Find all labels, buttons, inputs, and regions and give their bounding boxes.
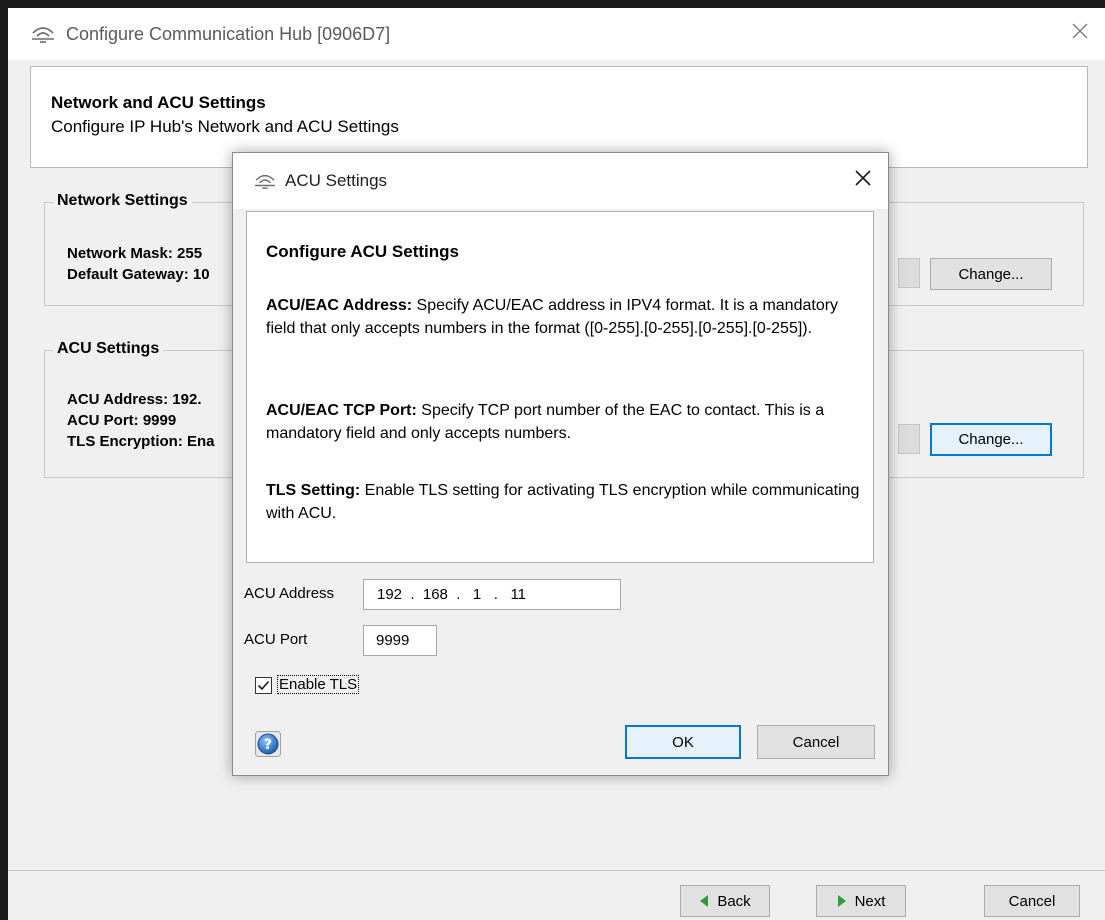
network-field-stub [898,258,920,288]
wizard-step-subtitle: Configure IP Hub's Network and ACU Setti… [51,117,399,136]
help-port-term: ACU/EAC TCP Port: [266,402,417,419]
dialog-cancel-button[interactable]: Cancel [757,725,875,759]
acu-address-line: ACU Address: 192. [67,391,202,408]
acu-address-input[interactable]: 192 . 168 . 1 . 11 [363,579,621,610]
ip-octet-2: 168 [422,586,448,603]
wizard-step-title: Network and ACU Settings [51,93,266,112]
acu-field-stub [898,424,920,454]
enable-tls-checkbox[interactable] [255,677,272,694]
network-settings-legend: Network Settings [53,192,192,210]
close-icon[interactable] [1069,20,1091,42]
ip-octet-1: 192 [377,586,403,603]
back-arrow-icon [700,895,709,907]
ip-octet-4: 11 [510,586,527,603]
default-gateway-line: Default Gateway: 10 [67,266,210,283]
close-icon[interactable] [854,169,872,187]
main-titlebar[interactable]: Configure Communication Hub [0906D7] [8,8,1105,60]
acu-settings-dialog: ACU Settings Configure ACU Settings ACU/… [232,152,889,776]
next-arrow-icon [837,895,846,907]
acu-port-label: ACU Port [244,631,308,648]
tls-encryption-line: TLS Encryption: Ena [67,433,215,450]
hub-signal-icon [255,174,275,189]
help-heading: Configure ACU Settings [266,242,459,261]
back-button-label: Back [717,892,751,910]
next-button-label: Next [854,892,886,910]
main-window-title: Configure Communication Hub [0906D7] [66,23,391,44]
acu-address-label: ACU Address [244,585,335,602]
help-icon[interactable]: ? [255,731,281,757]
dialog-title: ACU Settings [285,171,388,190]
help-tls-term: TLS Setting: [266,482,361,499]
help-port-paragraph: ACU/EAC TCP Port: Specify TCP port numbe… [266,399,866,445]
hub-signal-icon [32,27,54,43]
help-text-panel: Configure ACU Settings ACU/EAC Address: … [246,211,874,563]
wizard-cancel-button[interactable]: Cancel [984,885,1080,917]
next-button[interactable]: Next [816,885,906,917]
network-mask-line: Network Mask: 255 [67,245,203,262]
help-address-paragraph: ACU/EAC Address: Specify ACU/EAC address… [266,294,866,340]
ip-octet-3: 1 [472,586,482,603]
checkmark-icon [257,680,270,691]
back-button[interactable]: Back [680,885,770,917]
svg-text:?: ? [264,737,272,753]
help-address-term: ACU/EAC Address: [266,297,413,314]
wizard-footer: Back Next Cancel [8,870,1105,920]
network-change-button[interactable]: Change... [930,258,1052,290]
acu-port-line: ACU Port: 9999 [67,412,177,429]
ok-button[interactable]: OK [625,725,741,759]
ip-dot: . [402,586,423,603]
help-tls-paragraph: TLS Setting: Enable TLS setting for acti… [266,479,866,525]
ip-dot: . [447,586,473,603]
dialog-titlebar[interactable]: ACU Settings [233,153,888,209]
enable-tls-label[interactable]: Enable TLS [277,675,360,694]
ip-dot: . [481,586,511,603]
acu-settings-legend: ACU Settings [53,340,164,358]
acu-port-input[interactable]: 9999 [363,625,437,656]
acu-change-button[interactable]: Change... [930,423,1052,456]
